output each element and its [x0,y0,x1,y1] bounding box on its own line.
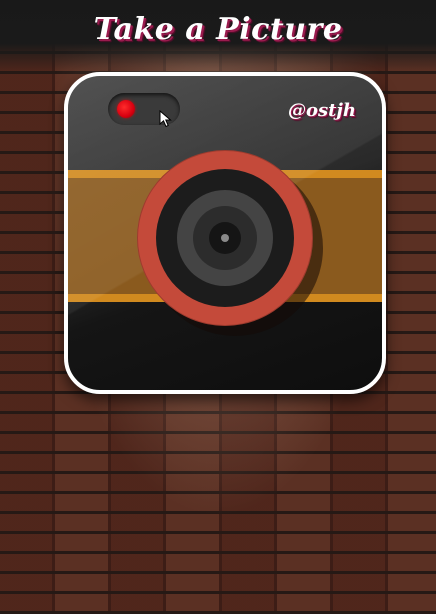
lens-mid [177,190,273,286]
lens-icon[interactable] [137,150,313,326]
toggle-indicator [117,100,135,118]
lens-core [209,222,241,254]
lens-ring [156,169,294,307]
page-title: Take a Picture [93,12,343,47]
cursor-arrow-icon [159,110,172,128]
author-handle: @ostjh [287,100,356,121]
lens-inner [193,206,257,270]
lens-center-dot [221,234,229,242]
camera-button[interactable]: @ostjh [64,72,386,394]
